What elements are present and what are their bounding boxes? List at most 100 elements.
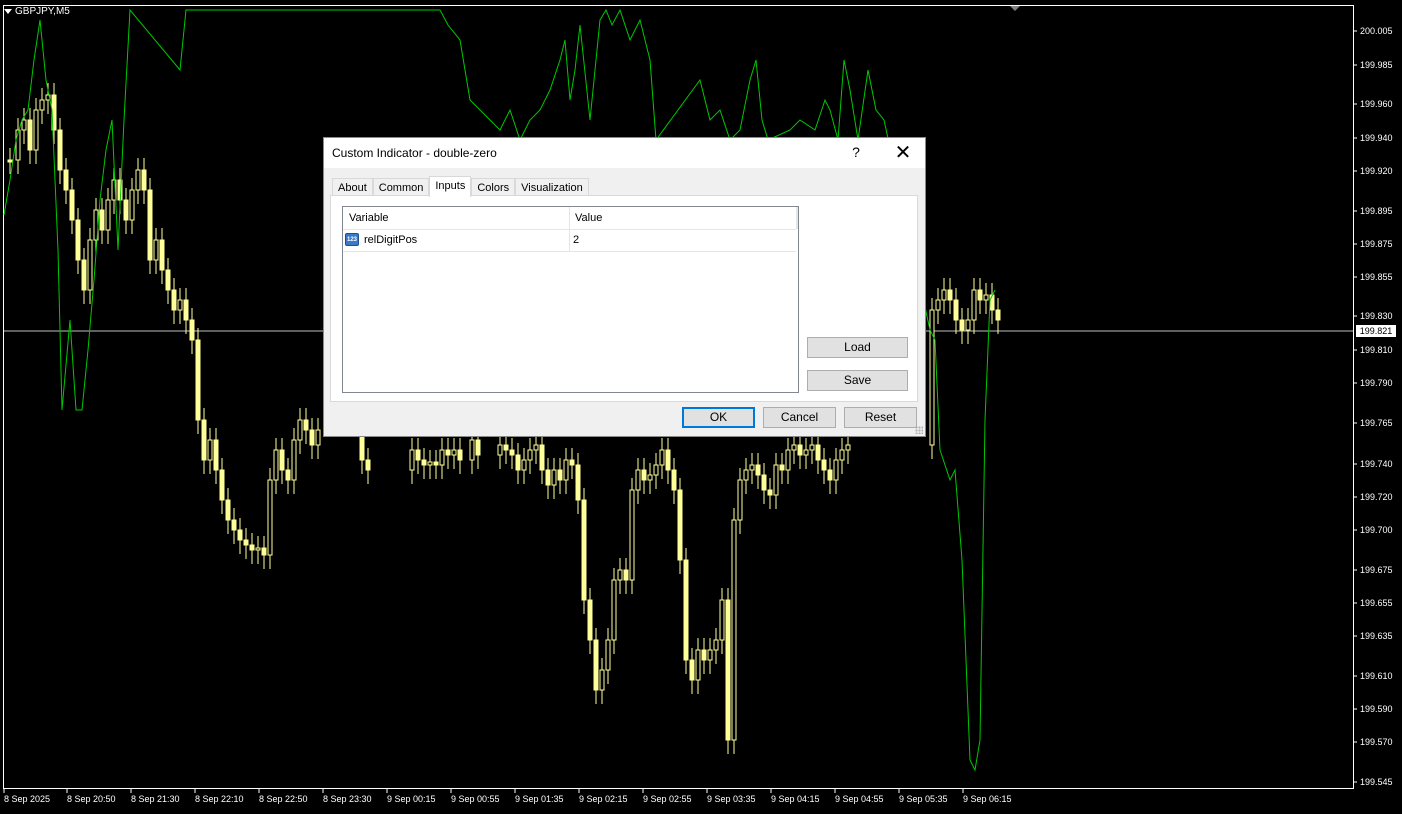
chevron-down-icon[interactable]: [4, 9, 12, 14]
candle-body: [63, 169, 69, 191]
candle-body: [749, 464, 755, 471]
candle-body: [935, 299, 941, 311]
price-axis-label: 199.545: [1360, 777, 1393, 787]
candle-body: [33, 109, 39, 151]
candle-body: [665, 449, 671, 471]
candle-body: [177, 299, 183, 311]
candle-body: [21, 119, 27, 131]
candle-body: [731, 519, 737, 741]
time-axis-label: 9 Sep 05:35: [899, 794, 948, 804]
reset-button[interactable]: Reset: [844, 407, 917, 428]
price-axis-label: 199.635: [1360, 631, 1393, 641]
row-value[interactable]: 2: [573, 234, 579, 246]
candle-body: [677, 489, 683, 561]
candle-body: [977, 289, 983, 301]
candle-body: [255, 547, 261, 551]
candle-body: [303, 419, 309, 431]
candle-body: [189, 319, 195, 341]
candle-body: [427, 461, 433, 466]
candle-body: [647, 474, 653, 481]
candle-body: [827, 469, 833, 481]
candle-body: [569, 459, 575, 466]
column-header-variable[interactable]: Variable: [349, 212, 389, 224]
cancel-button[interactable]: Cancel: [763, 407, 836, 428]
candle-body: [707, 649, 713, 661]
price-axis-label: 199.830: [1360, 311, 1393, 321]
candle-body: [213, 439, 219, 471]
candle-body: [833, 459, 839, 481]
candle-body: [755, 464, 761, 476]
candle-body: [821, 459, 827, 471]
time-axis-label: 9 Sep 02:55: [643, 794, 692, 804]
candle-body: [225, 499, 231, 521]
help-button[interactable]: ?: [846, 144, 866, 160]
candle-body: [719, 599, 725, 641]
time-axis-label: 9 Sep 04:55: [835, 794, 884, 804]
candle-body: [671, 469, 677, 491]
ok-button[interactable]: OK: [682, 407, 755, 428]
candle-body: [69, 189, 75, 221]
time-axis-label: 9 Sep 02:15: [579, 794, 628, 804]
candle-body: [683, 559, 689, 661]
candle-body: [285, 469, 291, 481]
candle-body: [135, 169, 141, 191]
close-icon[interactable]: ✕: [892, 140, 914, 165]
candle-body: [617, 569, 623, 581]
candle-body: [809, 444, 815, 451]
tab-inputs[interactable]: Inputs: [429, 176, 472, 197]
candle-body: [201, 419, 207, 461]
candle-body: [773, 464, 779, 496]
price-axis-label: 199.610: [1360, 671, 1393, 681]
candle-body: [147, 189, 153, 261]
time-axis-label: 8 Sep 22:10: [195, 794, 244, 804]
candle-body: [309, 429, 315, 446]
current-price-tag: 199.821: [1356, 325, 1396, 337]
price-axis-label: 199.855: [1360, 272, 1393, 282]
candle-body: [7, 159, 13, 163]
price-axis-label: 199.940: [1360, 133, 1393, 143]
time-axis-label: 9 Sep 06:15: [963, 794, 1012, 804]
price-axis-label: 199.790: [1360, 378, 1393, 388]
candle-body: [653, 464, 659, 476]
candle-body: [291, 439, 297, 481]
price-axis-label: 200.005: [1360, 26, 1393, 36]
candle-body: [183, 299, 189, 321]
resize-grip-icon[interactable]: [915, 426, 923, 434]
candle-body: [797, 444, 803, 456]
price-axis-label: 199.875: [1360, 239, 1393, 249]
candle-body: [743, 469, 749, 481]
candle-body: [539, 444, 545, 471]
candle-body: [737, 479, 743, 521]
candle-body: [695, 649, 701, 681]
price-axis-label: 199.590: [1360, 704, 1393, 714]
candle-body: [39, 99, 45, 111]
candle-body: [785, 449, 791, 471]
dialog-titlebar[interactable]: Custom Indicator - double-zero ? ✕: [324, 138, 925, 168]
price-axis-label: 199.765: [1360, 418, 1393, 428]
candle-body: [557, 469, 563, 481]
price-axis-label: 199.720: [1360, 492, 1393, 502]
time-axis-label: 8 Sep 21:30: [131, 794, 180, 804]
candle-body: [99, 209, 105, 231]
save-button[interactable]: Save: [807, 370, 908, 391]
candle-body: [445, 449, 451, 456]
candle-body: [153, 239, 159, 261]
time-axis-label: 9 Sep 00:55: [451, 794, 500, 804]
candle-body: [315, 429, 321, 446]
time-axis-label: 8 Sep 23:30: [323, 794, 372, 804]
candle-body: [659, 449, 665, 466]
candle-body: [629, 489, 635, 581]
candle-body: [689, 659, 695, 681]
inputs-table[interactable]: Variable Value 123 relDigitPos 2: [342, 206, 799, 393]
table-row[interactable]: 123 relDigitPos 2: [343, 230, 796, 252]
candle-body: [279, 449, 285, 471]
candle-body: [521, 459, 527, 471]
column-header-value[interactable]: Value: [575, 212, 602, 224]
price-axis-label: 199.810: [1360, 345, 1393, 355]
candle-body: [457, 449, 463, 461]
candle-body: [409, 449, 415, 471]
table-edge: [796, 207, 798, 229]
candle-body: [767, 489, 773, 496]
candle-body: [509, 449, 515, 456]
load-button[interactable]: Load: [807, 337, 908, 358]
